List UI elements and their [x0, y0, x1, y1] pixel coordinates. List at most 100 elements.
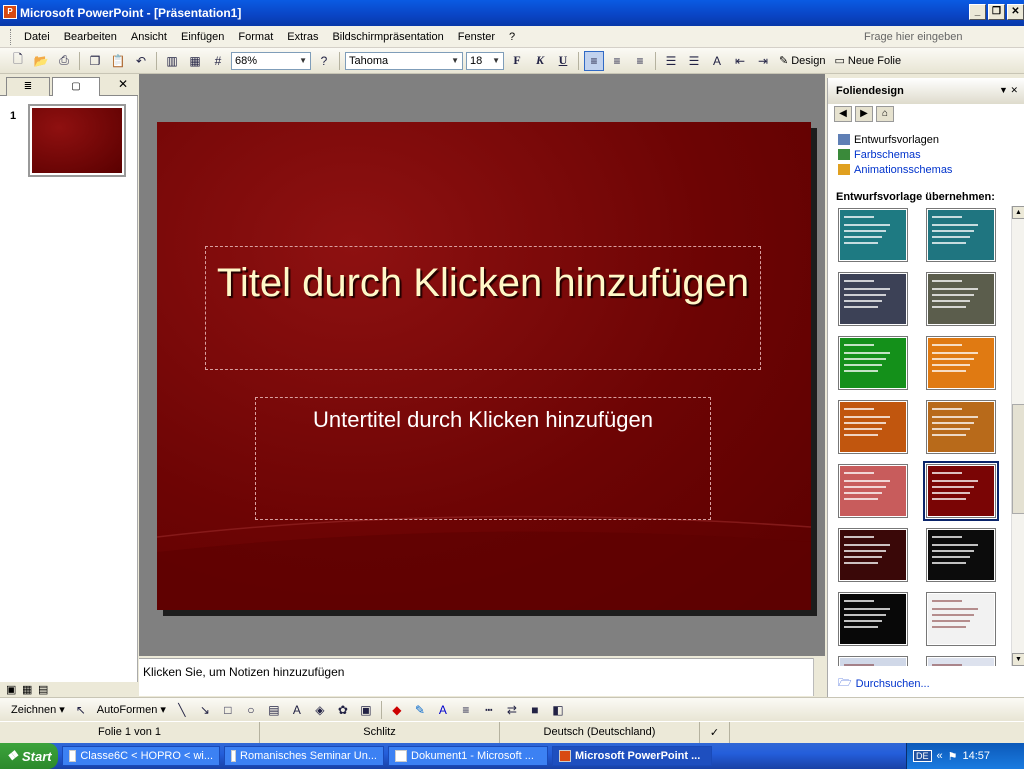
fill-color-icon[interactable]: ◆	[387, 700, 407, 720]
font-color-icon[interactable]: A	[433, 700, 453, 720]
menu-format[interactable]: Format	[231, 31, 280, 43]
taskbar-item-active[interactable]: Microsoft PowerPoint ...	[552, 746, 712, 766]
design-template-thumbnail[interactable]	[838, 592, 908, 646]
gallery-scrollbar[interactable]: ▲ ▼	[1011, 206, 1024, 666]
wordart-icon[interactable]: A	[287, 700, 307, 720]
close-button[interactable]: ✕	[1007, 4, 1024, 20]
clipart-icon[interactable]: ✿	[333, 700, 353, 720]
italic-button[interactable]: K	[530, 51, 550, 71]
font-name-select[interactable]: Tahoma ▼	[345, 51, 463, 70]
increase-indent-icon[interactable]: ⇥	[753, 51, 773, 71]
arrow-icon[interactable]: ↘	[195, 700, 215, 720]
minimize-button[interactable]: _	[969, 4, 986, 20]
help-icon[interactable]: ?	[314, 51, 334, 71]
scroll-down-icon[interactable]: ▼	[1012, 653, 1024, 666]
design-template-thumbnail[interactable]	[926, 400, 996, 454]
design-template-thumbnail[interactable]	[838, 400, 908, 454]
design-template-thumbnail[interactable]	[838, 528, 908, 582]
draw-menu-button[interactable]: Zeichnen ▾	[8, 703, 68, 717]
toolbar-grip[interactable]	[10, 28, 13, 45]
home-icon[interactable]: ⌂	[876, 106, 894, 122]
taskbar-item[interactable]: Romanisches Seminar Un...	[224, 746, 384, 766]
menu-bearbeiten[interactable]: Bearbeiten	[57, 31, 124, 43]
menu-bildschirmpraesentation[interactable]: Bildschirmpräsentation	[325, 31, 450, 43]
outline-tab[interactable]: ≣	[6, 77, 50, 96]
link-entwurfsvorlagen[interactable]: Entwurfsvorlagen	[838, 132, 952, 147]
undo-icon[interactable]: ↶	[131, 51, 151, 71]
dash-style-icon[interactable]: ┅	[479, 700, 499, 720]
arrow-style-icon[interactable]: ⇄	[502, 700, 522, 720]
design-template-thumbnail[interactable]	[926, 272, 996, 326]
back-icon[interactable]: ◀	[834, 106, 852, 122]
zoom-select[interactable]: 68% ▼	[231, 51, 311, 70]
insert-picture-icon[interactable]: ▣	[356, 700, 376, 720]
paste-icon[interactable]: 📋	[108, 51, 128, 71]
notes-scrollbar[interactable]	[813, 658, 825, 696]
design-template-thumbnail[interactable]	[838, 272, 908, 326]
menu-help[interactable]: ?	[502, 31, 522, 43]
select-pointer-icon[interactable]: ↖	[71, 700, 91, 720]
slide-canvas[interactable]: Titel durch Klicken hinzufügen Untertite…	[157, 122, 811, 610]
line-color-icon[interactable]: ✎	[410, 700, 430, 720]
insert-chart-icon[interactable]: ▥	[162, 51, 182, 71]
start-button[interactable]: ❖ Start	[0, 743, 58, 769]
print-icon[interactable]: ⎙	[54, 51, 74, 71]
menu-extras[interactable]: Extras	[280, 31, 325, 43]
help-search-input[interactable]: Frage hier eingeben	[860, 29, 1008, 45]
design-template-thumbnail[interactable]	[923, 461, 999, 521]
bold-button[interactable]: F	[507, 51, 527, 71]
powerpoint-app-icon[interactable]: P	[3, 5, 17, 19]
browse-link[interactable]: 🗁 Durchsuchen...	[838, 674, 930, 693]
diagram-icon[interactable]: ◈	[310, 700, 330, 720]
line-icon[interactable]: ╲	[172, 700, 192, 720]
new-document-icon[interactable]: 🗋	[8, 51, 28, 71]
normal-view-icon[interactable]: ▣	[6, 683, 16, 696]
design-template-thumbnail[interactable]	[838, 656, 908, 666]
taskbar-item[interactable]: Classe6C < HOPRO < wi...	[62, 746, 220, 766]
design-button[interactable]: ✎ Design	[776, 54, 828, 68]
align-right-icon[interactable]: ≡	[630, 51, 650, 71]
link-animationsschemas[interactable]: Animationsschemas	[838, 162, 952, 177]
title-placeholder[interactable]: Titel durch Klicken hinzufügen	[205, 246, 761, 370]
design-template-thumbnail[interactable]	[926, 528, 996, 582]
slides-tab[interactable]: ▢	[52, 77, 100, 96]
copy-icon[interactable]: ❐	[85, 51, 105, 71]
design-template-thumbnail[interactable]	[926, 336, 996, 390]
increase-font-icon[interactable]: A	[707, 51, 727, 71]
spellcheck-icon[interactable]: ✓	[700, 722, 730, 743]
network-icon[interactable]: ⚑	[948, 750, 958, 763]
slideshow-icon[interactable]: ▤	[38, 683, 48, 696]
shadow-icon[interactable]: ■	[525, 700, 545, 720]
design-template-thumbnail[interactable]	[926, 592, 996, 646]
design-template-thumbnail[interactable]	[838, 464, 908, 518]
underline-button[interactable]: U	[553, 51, 573, 71]
subtitle-placeholder[interactable]: Untertitel durch Klicken hinzufügen	[255, 397, 711, 520]
autoshapes-button[interactable]: AutoFormen ▾	[94, 703, 169, 717]
close-pane-icon[interactable]: ✕	[118, 77, 128, 91]
design-template-thumbnail[interactable]	[838, 336, 908, 390]
ellipse-icon[interactable]: ○	[241, 700, 261, 720]
design-template-thumbnail[interactable]	[926, 208, 996, 262]
tray-expand-icon[interactable]: «	[937, 750, 943, 762]
bullet-list-icon[interactable]: ☰	[684, 51, 704, 71]
notes-area[interactable]: Klicken Sie, um Notizen hinzuzufügen	[139, 658, 825, 696]
insert-table-icon[interactable]: ▦	[185, 51, 205, 71]
numbered-list-icon[interactable]: ☰	[661, 51, 681, 71]
open-folder-icon[interactable]: 📂	[31, 51, 51, 71]
menu-einfuegen[interactable]: Einfügen	[174, 31, 231, 43]
decrease-indent-icon[interactable]: ⇤	[730, 51, 750, 71]
restore-button[interactable]: ❐	[988, 4, 1005, 20]
forward-icon[interactable]: ▶	[855, 106, 873, 122]
slide-sorter-icon[interactable]: ▦	[22, 683, 32, 696]
menu-datei[interactable]: Datei	[17, 31, 57, 43]
3d-icon[interactable]: ◧	[548, 700, 568, 720]
line-style-icon[interactable]: ≡	[456, 700, 476, 720]
language-indicator[interactable]: DE	[913, 750, 932, 762]
grid-icon[interactable]: #	[208, 51, 228, 71]
slide-thumbnail[interactable]	[28, 104, 126, 177]
taskbar-item[interactable]: Dokument1 - Microsoft ...	[388, 746, 548, 766]
font-size-select[interactable]: 18 ▼	[466, 51, 504, 70]
scroll-thumb[interactable]	[1012, 404, 1024, 514]
link-farbschemas[interactable]: Farbschemas	[838, 147, 952, 162]
scroll-up-icon[interactable]: ▲	[1012, 206, 1024, 219]
